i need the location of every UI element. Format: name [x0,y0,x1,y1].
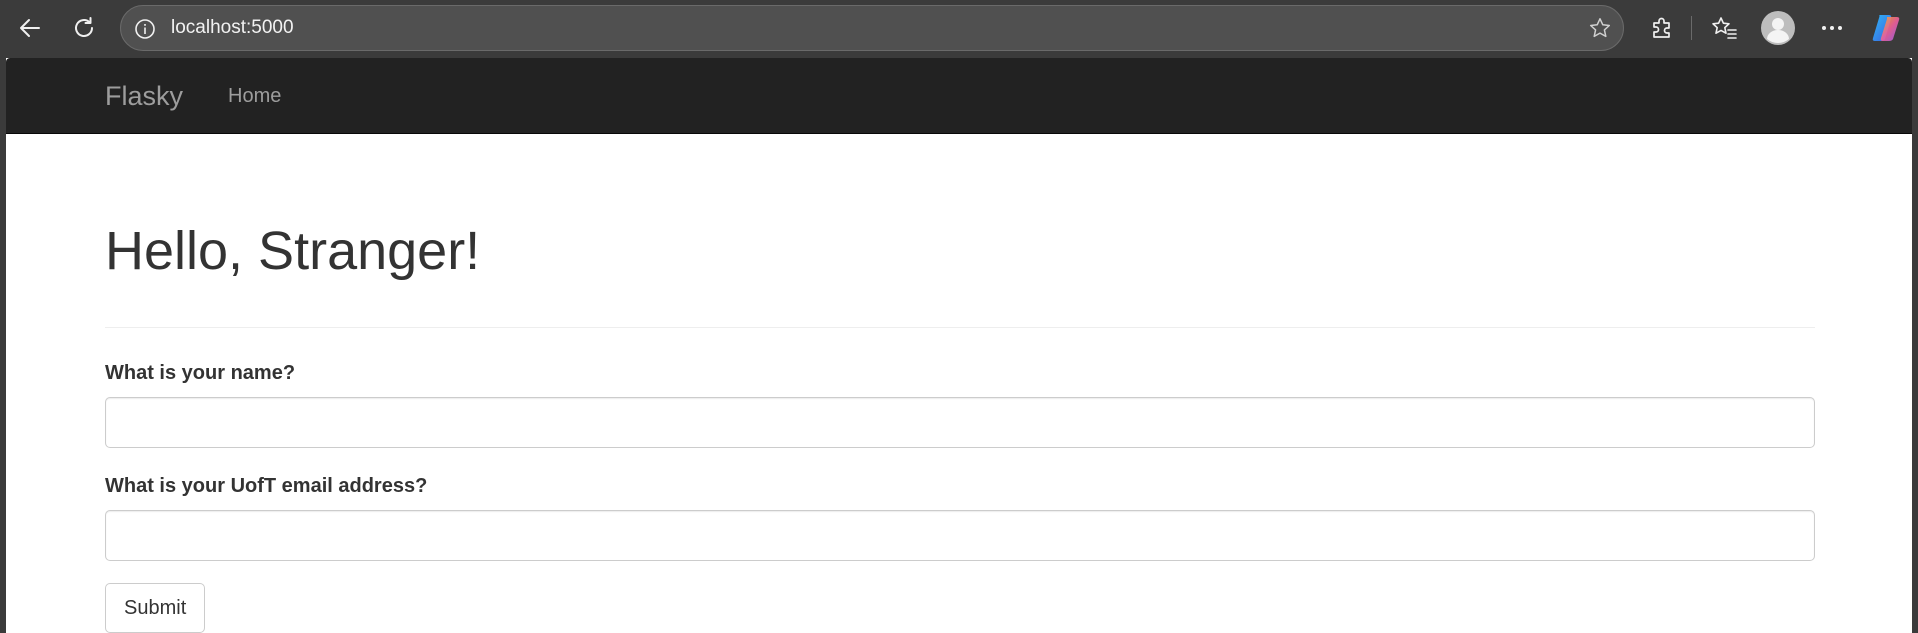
refresh-button[interactable] [64,8,104,48]
email-form-group: What is your UofT email address? [105,475,1815,562]
submit-button[interactable]: Submit [105,583,206,633]
navbar: Flasky Home [6,58,1912,134]
copilot-icon [1870,12,1902,44]
name-form-group: What is your name? [105,362,1815,449]
info-icon[interactable] [133,17,157,41]
page-header: Hello, Stranger! [105,221,1815,329]
page-title: Hello, Stranger! [105,221,481,281]
name-input[interactable] [105,397,1815,449]
star-icon[interactable] [1587,15,1613,41]
nav-link-home[interactable]: Home [228,58,281,134]
back-arrow-icon [17,15,43,41]
navbar-brand[interactable]: Flasky [105,58,183,134]
profile-button[interactable] [1758,8,1798,48]
browser-toolbar: localhost:5000 [0,0,1918,56]
avatar-icon [1761,11,1795,45]
url-text[interactable]: localhost:5000 [171,6,294,50]
email-input[interactable] [105,510,1815,562]
more-dots-icon [1819,15,1845,41]
favorites-button[interactable] [1704,8,1744,48]
copilot-button[interactable] [1866,8,1906,48]
favorites-icon [1710,15,1738,41]
main-container: Hello, Stranger! What is your name? What… [105,134,1815,633]
address-bar[interactable]: localhost:5000 [120,5,1624,51]
more-button[interactable] [1812,8,1852,48]
page-viewport: Flasky Home Hello, Stranger! What is you… [6,58,1912,633]
back-button[interactable] [10,8,50,48]
email-label: What is your UofT email address? [105,475,428,498]
name-label: What is your name? [105,362,296,385]
extensions-button[interactable] [1642,8,1682,48]
refresh-icon [71,15,97,41]
name-form: What is your name? What is your UofT ema… [105,362,1815,633]
submit-row: Submit [105,583,1815,633]
toolbar-divider [1691,16,1692,40]
puzzle-icon [1649,15,1675,41]
